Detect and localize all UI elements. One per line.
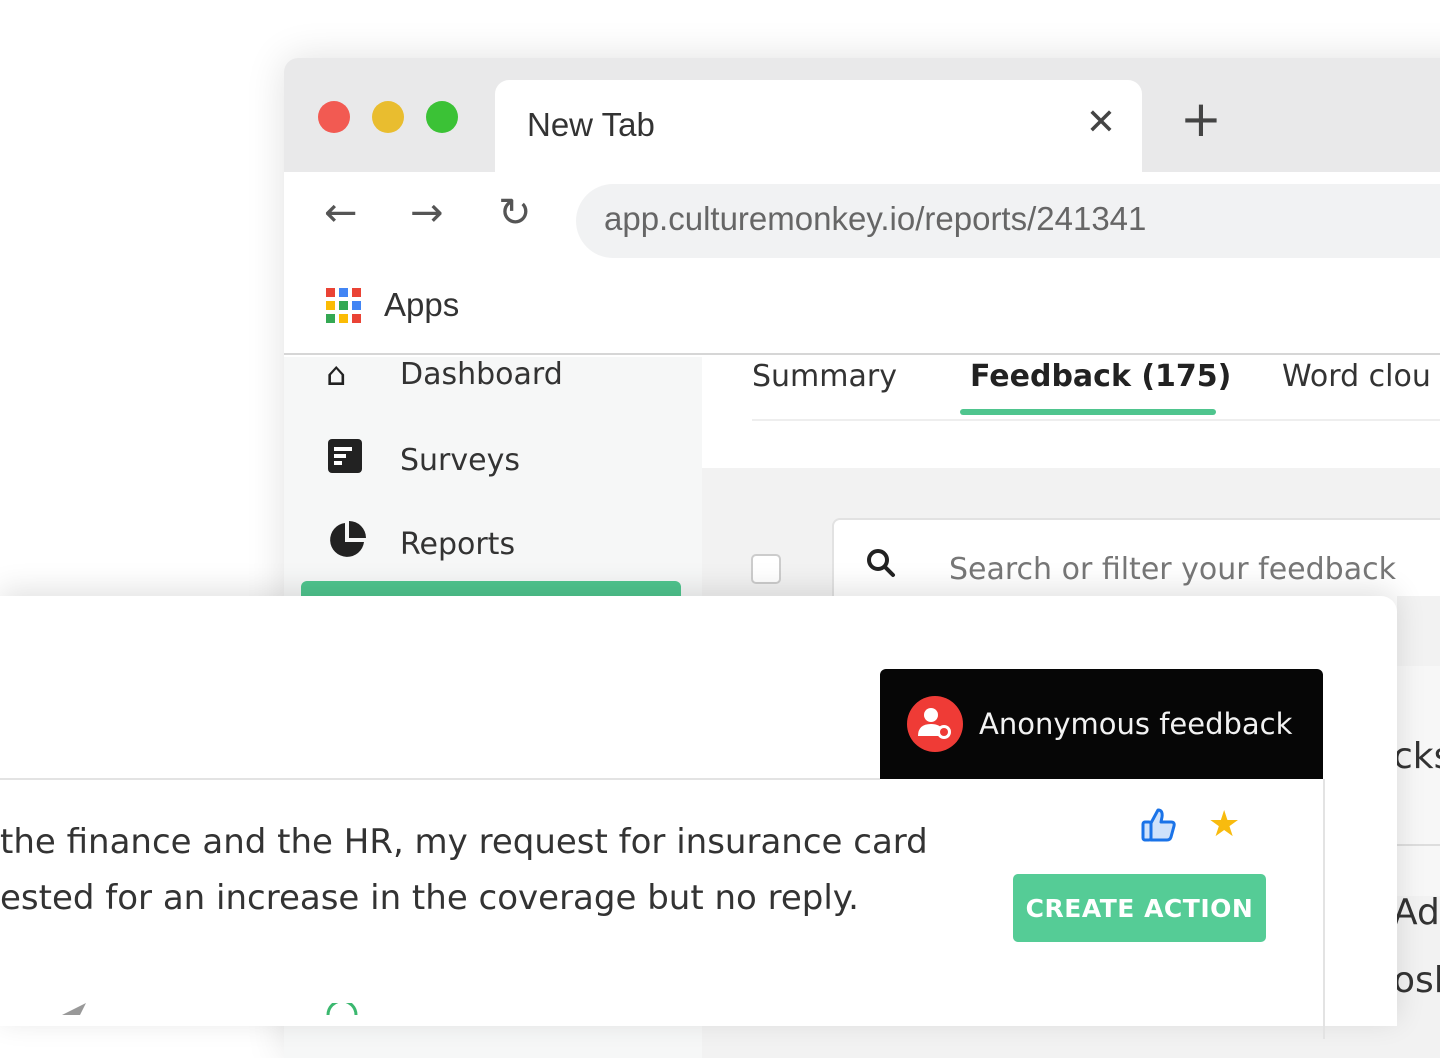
tab-bar: New Tab ✕ +: [284, 58, 1440, 172]
sidebar-item-label: Surveys: [400, 442, 520, 478]
bookmark-apps[interactable]: Apps: [384, 286, 459, 324]
feedback-meta-row: [60, 999, 359, 1019]
star-icon[interactable]: ★: [1208, 804, 1240, 845]
close-window-button[interactable]: [318, 101, 350, 133]
peek-text: osl: [1397, 960, 1440, 1001]
pie-chart-icon: [326, 519, 370, 569]
select-all-checkbox[interactable]: [751, 554, 781, 584]
home-icon: ⌂: [326, 355, 347, 393]
feedback-list-peek: cks Ada osl: [1397, 596, 1440, 1012]
forward-arrow-icon[interactable]: →: [410, 190, 444, 236]
feedback-text-line: ested for an increase in the coverage bu…: [0, 878, 859, 918]
divider: [1323, 779, 1325, 1039]
search-icon: [866, 548, 896, 586]
badge-label: Anonymous feedback: [979, 707, 1293, 741]
sidebar-item-surveys[interactable]: Surveys: [326, 437, 520, 483]
report-tabs: Summary Feedback (175) Word clou: [752, 357, 1440, 421]
apps-grid-icon: [326, 288, 361, 323]
feedback-card: Anonymous feedback the finance and the H…: [0, 596, 1397, 1039]
search-placeholder: Search or filter your feedback: [949, 552, 1396, 587]
plus-icon[interactable]: +: [1180, 94, 1222, 144]
minimize-window-button[interactable]: [372, 101, 404, 133]
send-icon: [62, 1003, 86, 1015]
close-icon[interactable]: ✕: [1086, 102, 1116, 143]
reload-icon[interactable]: ↻: [498, 190, 532, 236]
sidebar-item-label: Dashboard: [400, 356, 563, 392]
address-bar[interactable]: app.culturemonkey.io/reports/241341: [576, 184, 1440, 258]
sidebar-item-label: Reports: [400, 526, 516, 562]
sidebar-item-dashboard[interactable]: ⌂ Dashboard: [326, 355, 563, 393]
maximize-window-button[interactable]: [426, 101, 458, 133]
survey-icon: [326, 437, 370, 483]
active-tab-indicator: [960, 409, 1216, 415]
peek-text: cks: [1397, 736, 1440, 777]
create-action-button[interactable]: CREATE ACTION: [1013, 874, 1266, 942]
feedback-text-line: the finance and the HR, my request for i…: [0, 822, 928, 862]
tab-title: New Tab: [527, 106, 655, 143]
bookmarks-bar: Apps: [284, 258, 1440, 355]
browser-toolbar: ← → ↻ app.culturemonkey.io/reports/24134…: [284, 172, 1440, 258]
conversation-icon[interactable]: [325, 999, 359, 1016]
back-arrow-icon[interactable]: ←: [324, 190, 358, 236]
divider: [0, 778, 880, 780]
anonymous-feedback-badge: Anonymous feedback: [880, 669, 1323, 779]
browser-tab[interactable]: New Tab ✕: [495, 80, 1142, 172]
anonymous-user-icon: [907, 696, 963, 752]
tab-word-cloud[interactable]: Word clou: [1282, 359, 1431, 394]
sidebar-item-reports[interactable]: Reports: [326, 519, 515, 569]
peek-text: Ada: [1397, 892, 1440, 933]
tab-feedback[interactable]: Feedback (175): [970, 359, 1231, 394]
thumbs-up-icon[interactable]: [1140, 806, 1178, 848]
tab-summary[interactable]: Summary: [752, 359, 897, 394]
